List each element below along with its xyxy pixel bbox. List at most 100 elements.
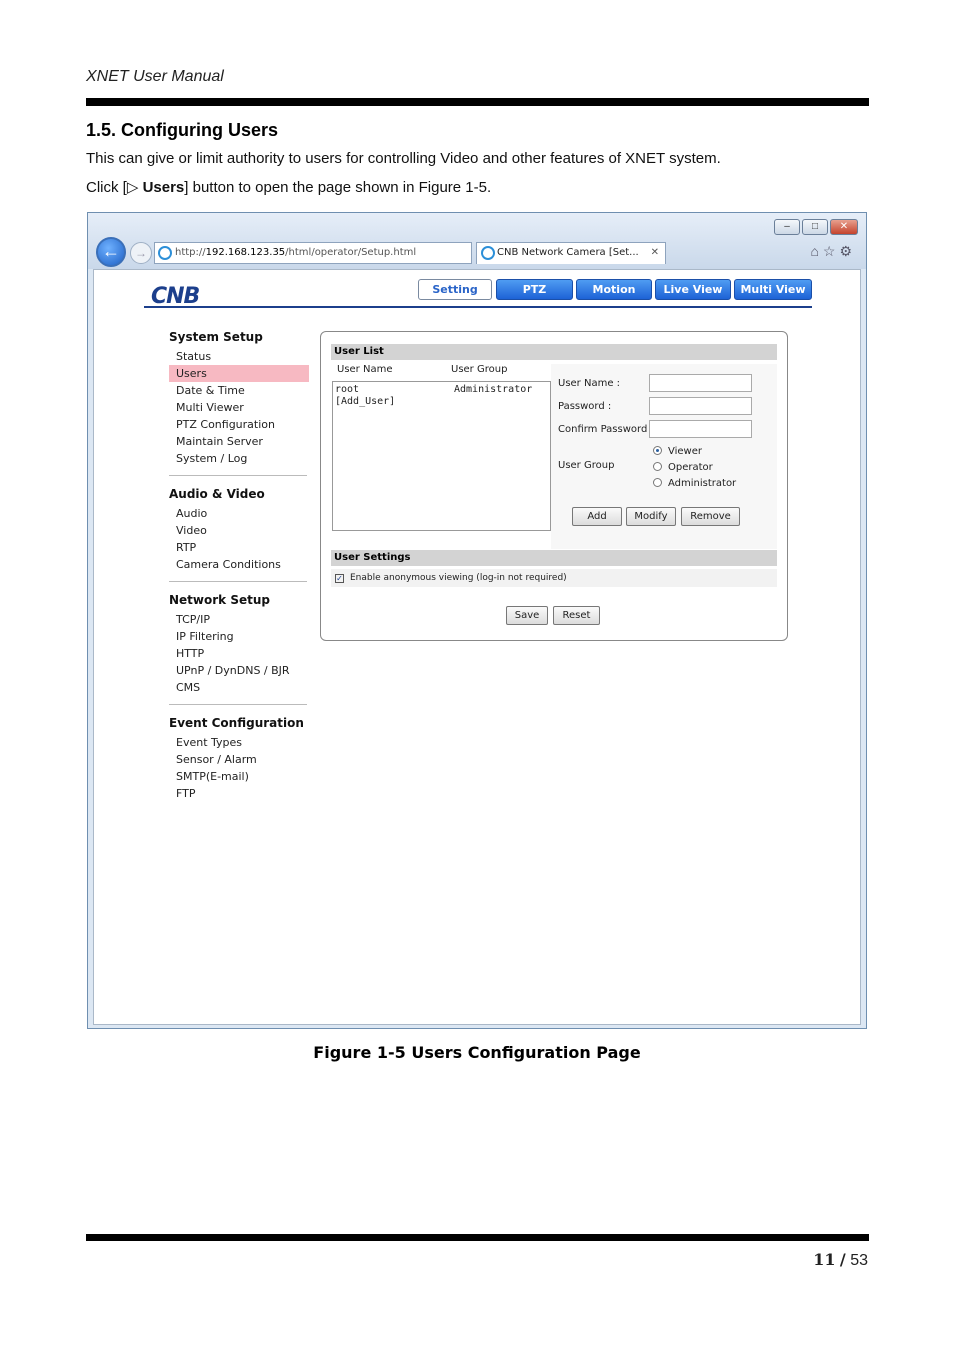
confirm-password-input[interactable]	[649, 420, 752, 438]
add-button[interactable]: Add	[572, 507, 622, 526]
instruction-post: ] button to open the page shown in Figur…	[184, 179, 492, 196]
ie-logo-icon	[481, 246, 495, 260]
sidebar-item-http[interactable]: HTTP	[169, 645, 309, 662]
sidebar-divider	[169, 581, 307, 582]
user-name-input[interactable]	[649, 374, 752, 392]
anonymous-viewing-row[interactable]: ✓ Enable anonymous viewing (log-in not re…	[331, 569, 777, 587]
page-separator: /	[839, 1250, 846, 1269]
user-list-title: User List	[331, 344, 777, 360]
sidebar-item-camera-conditions[interactable]: Camera Conditions	[169, 556, 309, 573]
radio-operator[interactable]: Operator	[653, 462, 713, 473]
sidebar-item-date-time[interactable]: Date & Time	[169, 382, 309, 399]
remove-button[interactable]: Remove	[681, 507, 740, 526]
browser-titlebar: – □ ✕ ← → http://192.168.123.35/html/ope…	[88, 213, 866, 269]
sidebar-item-video[interactable]: Video	[169, 522, 309, 539]
tab-multi-view[interactable]: Multi View	[734, 279, 812, 300]
modify-button[interactable]: Modify	[626, 507, 676, 526]
ie-logo-icon	[158, 246, 172, 260]
back-arrow-icon[interactable]: ←	[96, 237, 126, 267]
minimize-icon[interactable]: –	[774, 219, 800, 235]
sidebar-item-upnp[interactable]: UPnP / DynDNS / BJR	[169, 662, 309, 679]
sidebar-item-rtp[interactable]: RTP	[169, 539, 309, 556]
sidebar-item-event-types[interactable]: Event Types	[169, 734, 309, 751]
tab-ptz[interactable]: PTZ	[496, 279, 573, 300]
user-name-cell: root	[335, 384, 360, 395]
address-tools-icon[interactable]: ⚲▾≡↻✕	[467, 243, 471, 263]
user-list-box[interactable]: root Administrator [Add_User]	[332, 381, 551, 531]
sidebar-item-ftp[interactable]: FTP	[169, 785, 309, 802]
logo-rule	[144, 306, 812, 308]
radio-administrator-label: Administrator	[668, 478, 737, 489]
anonymous-viewing-label: Enable anonymous viewing (log-in not req…	[350, 573, 567, 583]
sidebar-group-system-setup: System Setup	[169, 330, 263, 344]
checkbox-checked-icon[interactable]: ✓	[335, 574, 344, 583]
sidebar-item-cms[interactable]: CMS	[169, 679, 309, 696]
instruction-bold: Users	[142, 179, 185, 196]
password-label: Password :	[558, 401, 612, 412]
instruction-paragraph: Click [▷ Users] button to open the page …	[86, 178, 491, 196]
sidebar-item-tcp-ip[interactable]: TCP/IP	[169, 611, 309, 628]
browser-toolbar-icons[interactable]: ⌂☆⚙	[810, 243, 856, 260]
document-header: XNET User Manual	[86, 68, 224, 85]
browser-tab[interactable]: CNB Network Camera [Set... ✕	[476, 242, 666, 264]
sidebar-item-sensor-alarm[interactable]: Sensor / Alarm	[169, 751, 309, 768]
tab-live-view[interactable]: Live View	[655, 279, 731, 300]
instruction-pre: Click [	[86, 179, 127, 196]
tab-title: CNB Network Camera [Set...	[497, 247, 639, 258]
sidebar-divider	[169, 704, 307, 705]
tab-setting[interactable]: Setting	[418, 279, 492, 300]
intro-paragraph: This can give or limit authority to user…	[86, 150, 721, 167]
sidebar-item-status[interactable]: Status	[169, 348, 309, 365]
radio-selected-icon[interactable]	[653, 446, 662, 455]
tab-motion[interactable]: Motion	[576, 279, 652, 300]
radio-viewer[interactable]: Viewer	[653, 446, 702, 457]
user-name-label: User Name :	[558, 378, 621, 389]
page-current: 11	[813, 1250, 836, 1269]
confirm-password-label: Confirm Password :	[558, 424, 654, 435]
col-user-group: User Group	[451, 364, 508, 375]
section-title: 1.5. Configuring Users	[86, 120, 279, 140]
tab-close-icon[interactable]: ✕	[651, 243, 659, 263]
sidebar-item-ptz-configuration[interactable]: PTZ Configuration	[169, 416, 309, 433]
password-input[interactable]	[649, 397, 752, 415]
sidebar-item-multi-viewer[interactable]: Multi Viewer	[169, 399, 309, 416]
list-item[interactable]: root Administrator	[335, 384, 548, 396]
address-bar[interactable]: http://192.168.123.35/html/operator/Setu…	[154, 242, 472, 264]
header-rule	[86, 98, 869, 106]
radio-operator-label: Operator	[668, 462, 713, 473]
sidebar-item-smtp[interactable]: SMTP(E-mail)	[169, 768, 309, 785]
url-host: 192.168.123.35	[205, 247, 286, 258]
sidebar-item-ip-filtering[interactable]: IP Filtering	[169, 628, 309, 645]
users-panel: User List User Name User Group root Admi…	[320, 331, 788, 641]
url-path: /html/operator/Setup.html	[285, 247, 417, 258]
user-group-label: User Group	[558, 460, 615, 471]
url-prefix: http://	[175, 247, 206, 258]
reset-button[interactable]: Reset	[553, 606, 600, 625]
setup-sidebar: System Setup Status Users Date & Time Mu…	[169, 330, 309, 802]
save-button[interactable]: Save	[506, 606, 548, 625]
sidebar-item-users[interactable]: Users	[169, 365, 309, 382]
browser-screenshot: – □ ✕ ← → http://192.168.123.35/html/ope…	[87, 212, 867, 1029]
user-name-cell: [Add_User]	[335, 396, 396, 407]
forward-arrow-icon[interactable]: →	[130, 242, 152, 264]
user-group-cell: Administrator	[454, 384, 533, 395]
sidebar-divider	[169, 475, 307, 476]
user-settings-title: User Settings	[331, 550, 777, 566]
sidebar-item-maintain-server[interactable]: Maintain Server	[169, 433, 309, 450]
close-icon[interactable]: ✕	[830, 219, 858, 235]
sidebar-group-network-setup: Network Setup	[169, 593, 270, 607]
sidebar-item-system-log[interactable]: System / Log	[169, 450, 309, 467]
radio-administrator[interactable]: Administrator	[653, 478, 736, 489]
radio-viewer-label: Viewer	[668, 446, 702, 457]
footer-rule	[86, 1234, 869, 1241]
browser-viewport: CNB Setting PTZ Motion Live View Multi V…	[93, 269, 861, 1025]
arrow-icon: ▷	[126, 179, 139, 196]
maximize-icon[interactable]: □	[802, 219, 828, 235]
sidebar-item-audio[interactable]: Audio	[169, 505, 309, 522]
radio-icon[interactable]	[653, 462, 662, 471]
list-item[interactable]: [Add_User]	[335, 396, 548, 408]
sidebar-group-event-configuration: Event Configuration	[169, 716, 304, 730]
window-controls: – □ ✕	[774, 219, 858, 235]
radio-icon[interactable]	[653, 478, 662, 487]
page-number: 11 / 53	[813, 1250, 868, 1270]
